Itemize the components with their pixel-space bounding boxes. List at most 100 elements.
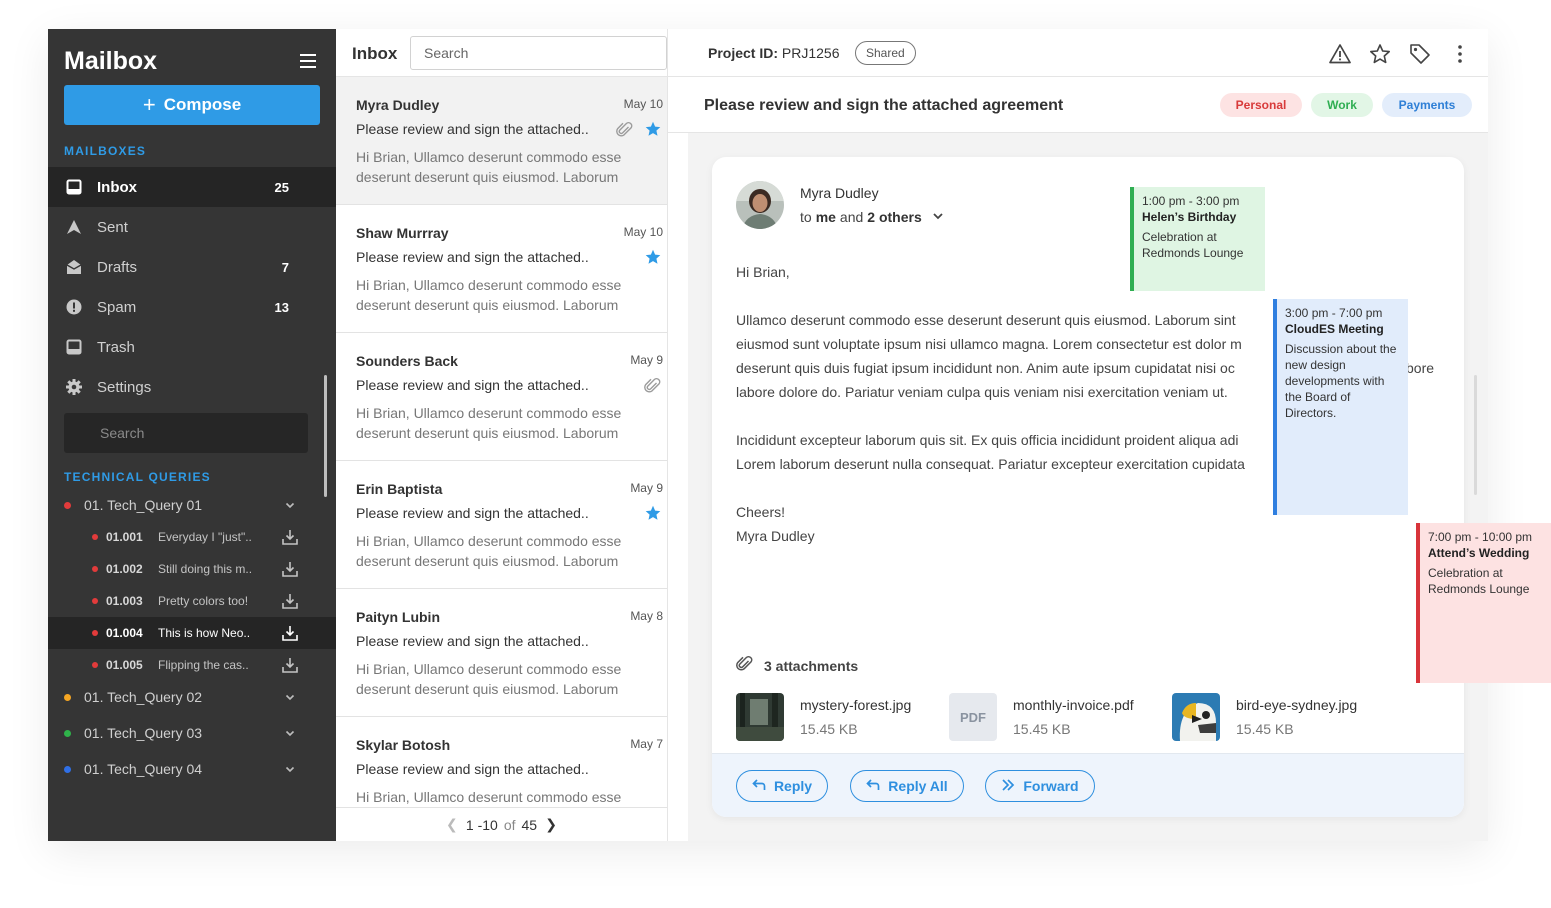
tech-query-label: 01. Tech_Query 04 bbox=[84, 761, 203, 777]
forward-button[interactable]: Forward bbox=[985, 770, 1095, 802]
subquery-01-004[interactable]: 01.004 This is how Neo.. bbox=[48, 617, 336, 649]
mail-subject: Please review and sign the attached.. bbox=[356, 633, 589, 649]
project-label: Project ID: bbox=[708, 45, 779, 61]
tag-icon[interactable] bbox=[1409, 43, 1431, 65]
gear-icon bbox=[65, 378, 83, 396]
status-dot bbox=[92, 662, 98, 668]
attachment-item[interactable]: PDF monthly-invoice.pdf 15.45 KB bbox=[949, 693, 1134, 741]
subquery-text: Everyday I "just".. bbox=[158, 530, 252, 544]
more-vertical-icon[interactable] bbox=[1449, 43, 1471, 65]
attachment-name: monthly-invoice.pdf bbox=[1013, 697, 1134, 713]
mail-list-item[interactable]: Myra Dudley May 10 Please review and sig… bbox=[336, 77, 667, 205]
sent-icon bbox=[65, 218, 83, 236]
reply-all-button[interactable]: Reply All bbox=[850, 770, 964, 802]
subquery-01-001[interactable]: 01.001 Everyday I "just".. bbox=[48, 521, 336, 553]
app-title: Mailbox bbox=[64, 47, 158, 75]
mail-list-item[interactable]: Shaw Murrray May 10 Please review and si… bbox=[336, 205, 667, 333]
warning-icon[interactable] bbox=[1329, 43, 1351, 65]
mail-list-item[interactable]: Paityn Lubin May 8 Please review and sig… bbox=[336, 589, 667, 717]
attachment-thumbnail bbox=[1172, 693, 1220, 741]
download-icon[interactable] bbox=[281, 560, 299, 578]
subquery-text: Still doing this m.. bbox=[158, 562, 253, 576]
star-filled-icon[interactable] bbox=[645, 121, 661, 137]
sidebar-scrollbar[interactable] bbox=[324, 375, 327, 497]
mail-list-item[interactable]: Erin Baptista May 9 Please review and si… bbox=[336, 461, 667, 589]
reading-scrollbar[interactable] bbox=[1474, 375, 1477, 495]
mail-list-item[interactable]: Sounders Back May 9 Please review and si… bbox=[336, 333, 667, 461]
attachment-item[interactable]: bird-eye-sydney.jpg 15.45 KB bbox=[1172, 693, 1357, 741]
mail-date: May 9 bbox=[630, 353, 663, 367]
event-time: 7:00 pm - 10:00 pm bbox=[1428, 530, 1533, 544]
sidebar-item-spam[interactable]: Spam 13 bbox=[48, 287, 336, 327]
body-line: Lorem laborum deserunt nulla consequat. … bbox=[736, 456, 1245, 472]
chevron-down-icon[interactable] bbox=[284, 763, 296, 775]
chevron-down-icon[interactable] bbox=[284, 727, 296, 739]
subquery-01-003[interactable]: 01.003 Pretty colors too! bbox=[48, 585, 336, 617]
attachment-thumbnail bbox=[736, 693, 784, 741]
star-filled-icon[interactable] bbox=[645, 249, 661, 265]
download-icon[interactable] bbox=[281, 528, 299, 546]
email-paragraph-2: Incididunt excepteur laborum quis sit. E… bbox=[736, 428, 1245, 476]
subquery-code: 01.003 bbox=[106, 594, 143, 608]
paperclip-icon bbox=[736, 655, 754, 676]
subquery-01-005[interactable]: 01.005 Flipping the cas.. bbox=[48, 649, 336, 681]
subquery-code: 01.001 bbox=[106, 530, 143, 544]
event-time: 1:00 pm - 3:00 pm bbox=[1142, 194, 1240, 208]
subquery-text: This is how Neo.. bbox=[158, 626, 251, 640]
mail-sender: Erin Baptista bbox=[356, 481, 443, 497]
pagination: ❮ 1 -10 of 45 ❯ bbox=[336, 807, 667, 841]
subquery-01-002[interactable]: 01.002 Still doing this m.. bbox=[48, 553, 336, 585]
attachment-item[interactable]: mystery-forest.jpg 15.45 KB bbox=[736, 693, 911, 741]
mail-list-item[interactable]: Skylar Botosh May 7 Please review and si… bbox=[336, 717, 667, 807]
tech-query-04[interactable]: 01. Tech_Query 04 bbox=[48, 753, 336, 785]
sidebar-item-drafts[interactable]: Drafts 7 bbox=[48, 247, 336, 287]
recipients[interactable]: to me and 2 others bbox=[800, 209, 944, 225]
to-others: 2 others bbox=[867, 209, 922, 225]
reply-button[interactable]: Reply bbox=[736, 770, 828, 802]
tag-payments[interactable]: Payments bbox=[1382, 93, 1472, 117]
tech-query-03[interactable]: 01. Tech_Query 03 bbox=[48, 717, 336, 749]
attachments-heading: 3 attachments bbox=[736, 655, 858, 676]
drafts-count: 7 bbox=[281, 259, 289, 275]
sidebar-item-label: Spam bbox=[97, 298, 137, 316]
calendar-event[interactable]: 1:00 pm - 3:00 pm Helen’s Birthday Celeb… bbox=[1130, 187, 1265, 291]
calendar-event[interactable]: 3:00 pm - 7:00 pm CloudES Meeting Discus… bbox=[1273, 299, 1408, 515]
chevron-right-icon[interactable]: ❯ bbox=[543, 816, 559, 833]
mail-list: Inbox Myra Dudley May 10 Please review a… bbox=[336, 29, 668, 841]
body-line: labore dolore do. Pariatur veniam culpa … bbox=[736, 384, 1228, 400]
hamburger-menu-icon[interactable] bbox=[300, 54, 316, 68]
tech-query-02[interactable]: 01. Tech_Query 02 bbox=[48, 681, 336, 713]
sidebar-item-sent[interactable]: Sent bbox=[48, 207, 336, 247]
subquery-code: 01.004 bbox=[106, 626, 143, 640]
download-icon[interactable] bbox=[281, 592, 299, 610]
compose-button[interactable]: + Compose bbox=[64, 85, 320, 125]
mail-preview: Hi Brian, Ullamco deserunt commodo esse … bbox=[356, 149, 622, 185]
status-dot bbox=[92, 534, 98, 540]
chevron-down-icon[interactable] bbox=[284, 499, 296, 511]
body-line-tail: bore bbox=[1406, 360, 1435, 376]
sidebar-search-input[interactable]: Search bbox=[64, 413, 308, 453]
download-icon[interactable] bbox=[281, 656, 299, 674]
mail-list-header: Inbox bbox=[336, 29, 668, 77]
tag-personal[interactable]: Personal bbox=[1220, 93, 1302, 117]
tech-query-01[interactable]: 01. Tech_Query 01 bbox=[48, 489, 336, 521]
sidebar-item-inbox[interactable]: Inbox 25 bbox=[48, 167, 336, 207]
search-input[interactable] bbox=[410, 36, 667, 70]
chevron-left-icon[interactable]: ❮ bbox=[444, 816, 460, 833]
pagination-range: 1 -10 bbox=[465, 816, 498, 833]
star-outline-icon[interactable] bbox=[1369, 43, 1391, 65]
avatar bbox=[736, 181, 784, 229]
chevron-down-icon[interactable] bbox=[284, 691, 296, 703]
reply-icon bbox=[752, 778, 766, 795]
calendar-event[interactable]: 7:00 pm - 10:00 pm Attend’s Wedding Cele… bbox=[1416, 523, 1551, 683]
chevron-down-icon[interactable] bbox=[932, 209, 944, 225]
star-filled-icon[interactable] bbox=[645, 505, 661, 521]
event-title: CloudES Meeting bbox=[1285, 322, 1384, 336]
sidebar-item-settings[interactable]: Settings bbox=[48, 367, 336, 407]
shared-badge: Shared bbox=[855, 41, 916, 65]
download-icon[interactable] bbox=[281, 624, 299, 642]
mail-date: May 9 bbox=[630, 481, 663, 495]
tag-work[interactable]: Work bbox=[1311, 93, 1373, 117]
subquery-code: 01.002 bbox=[106, 562, 143, 576]
sidebar-item-trash[interactable]: Trash bbox=[48, 327, 336, 367]
